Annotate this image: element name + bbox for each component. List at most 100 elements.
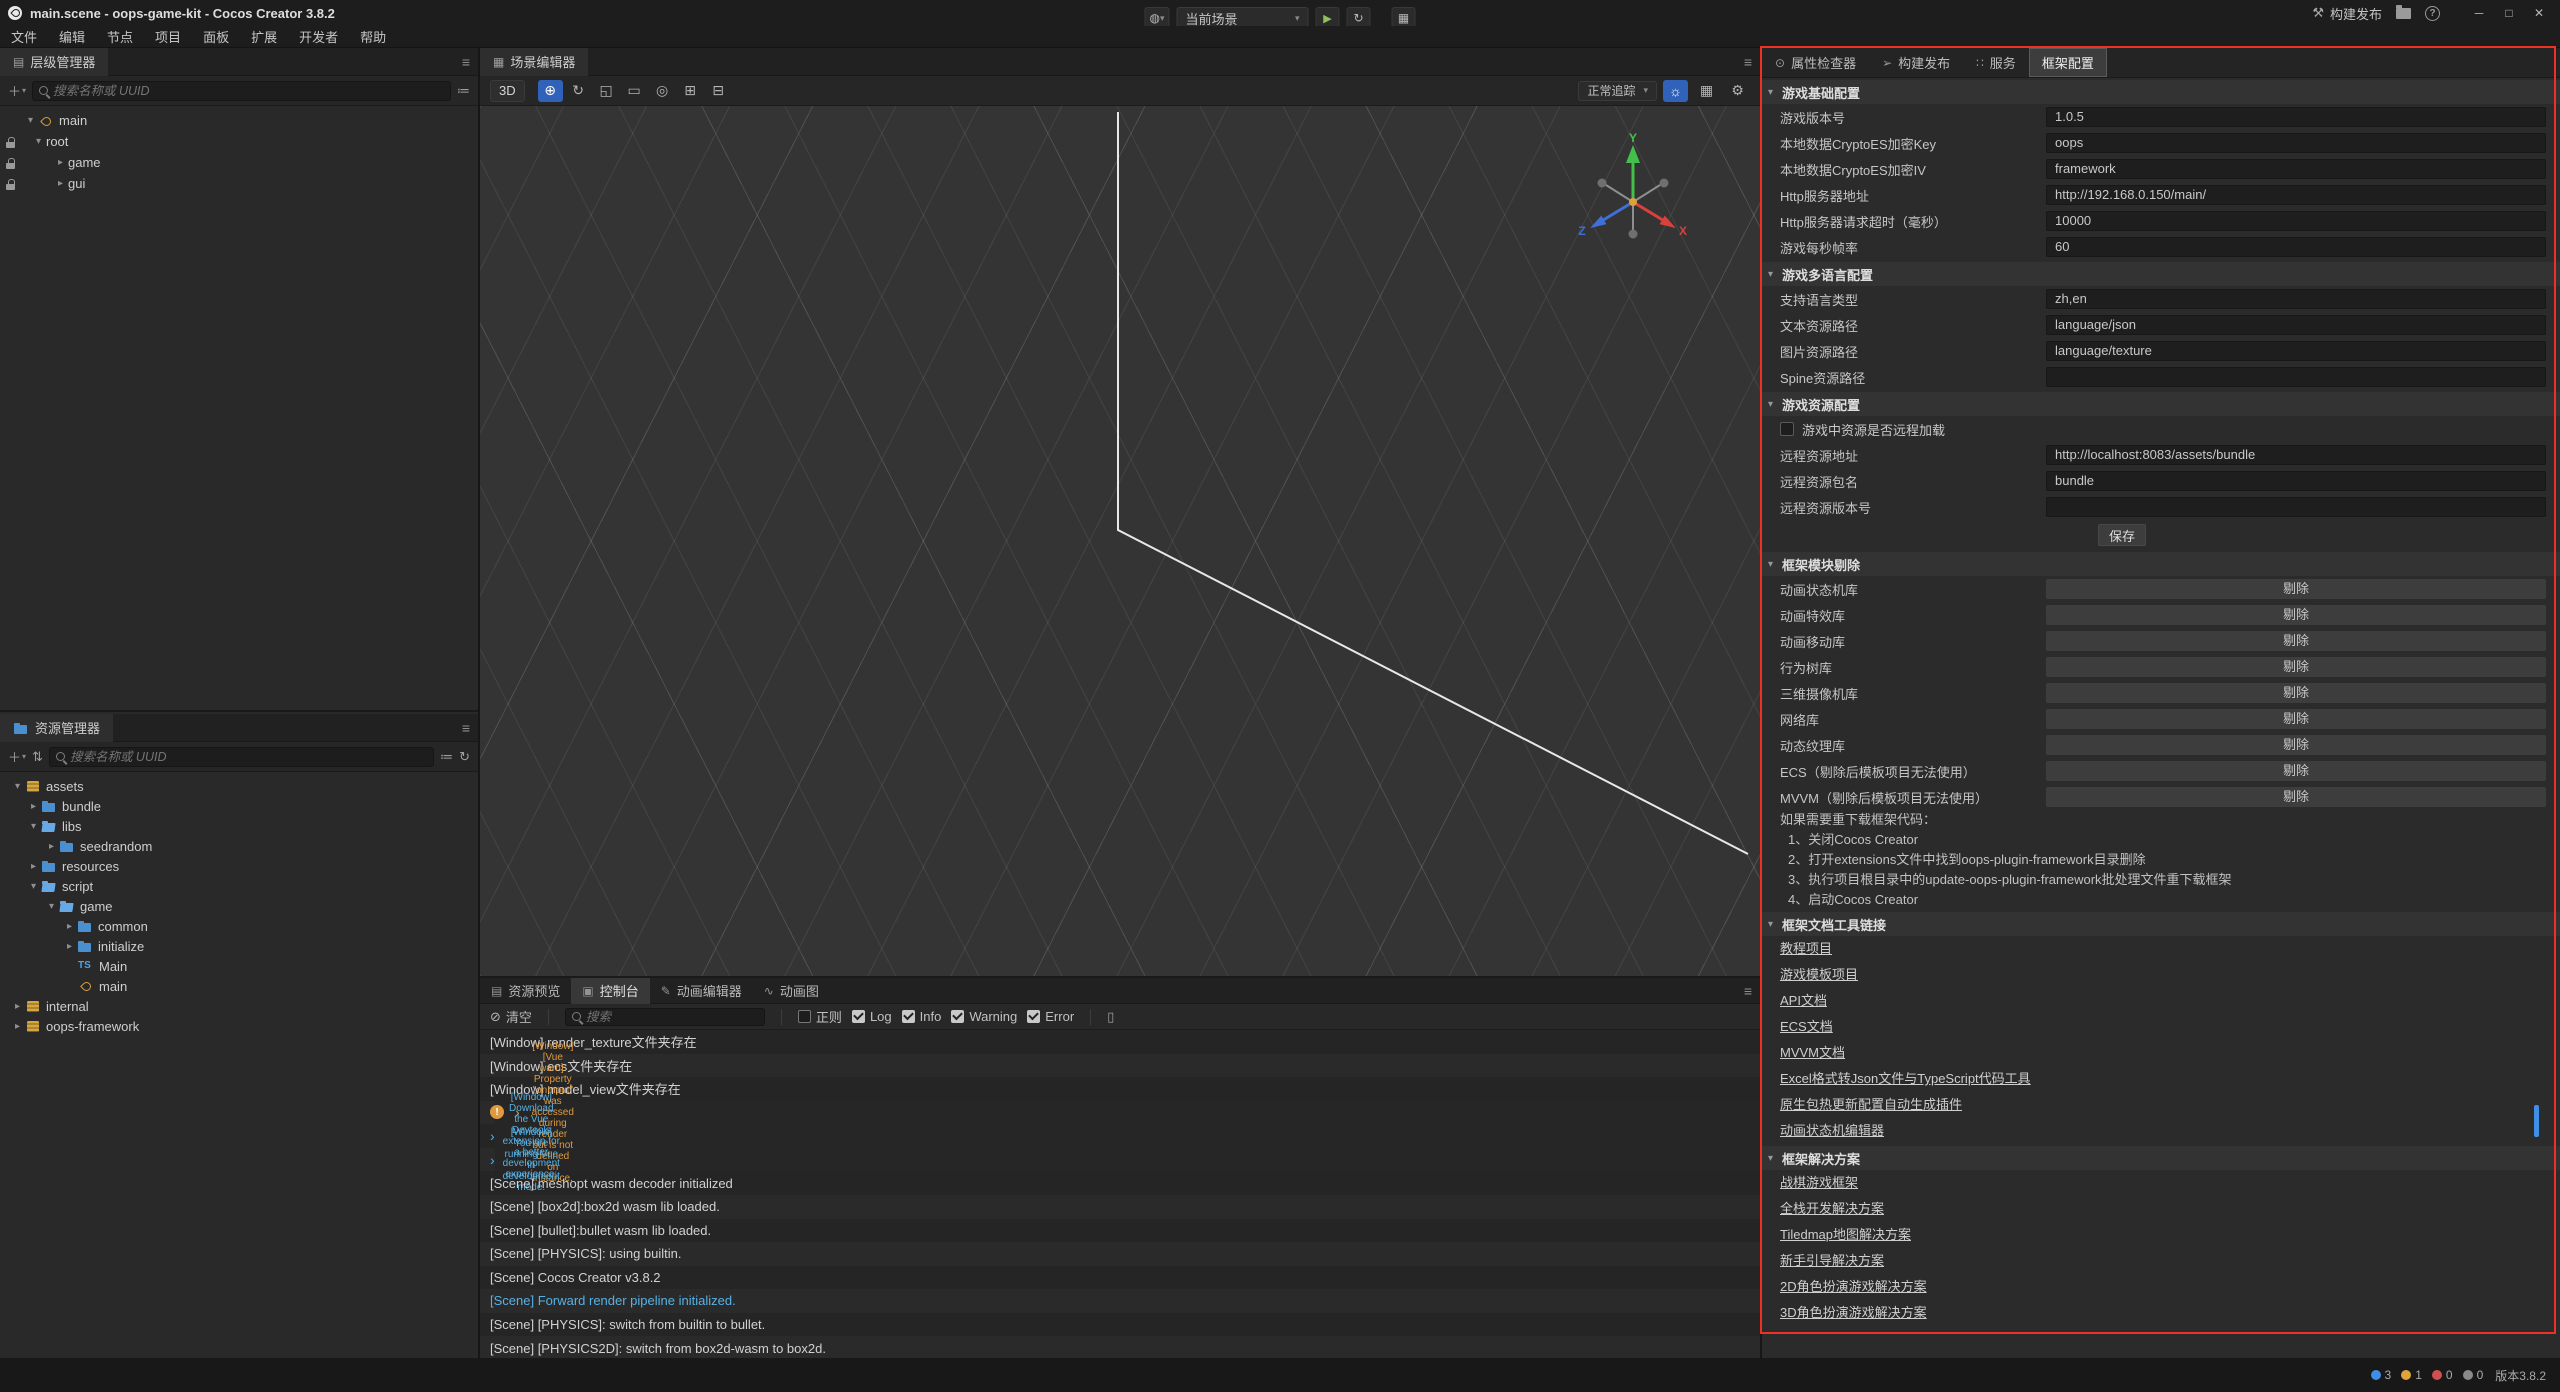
grid-snap-tool[interactable]: ⊟ xyxy=(706,80,731,102)
remove-module-button[interactable]: 剔除 xyxy=(2046,579,2546,599)
tab-property-inspector[interactable]: 属性检查器 xyxy=(1762,48,1869,77)
tree-node[interactable]: script xyxy=(0,876,478,896)
expand-arrow-icon[interactable] xyxy=(10,1001,25,1012)
field-input[interactable]: http://192.168.0.150/main/ xyxy=(2046,185,2546,205)
expand-arrow-icon[interactable] xyxy=(44,841,59,852)
assets-search-input[interactable] xyxy=(70,750,427,764)
expand-arrow-icon[interactable] xyxy=(10,1021,25,1032)
solution-link[interactable]: 3D角色扮演游戏解决方案 xyxy=(1762,1300,2560,1326)
expand-arrow-icon[interactable]: › xyxy=(490,1128,495,1144)
expand-arrow-icon[interactable] xyxy=(26,861,41,872)
tree-node[interactable]: resources xyxy=(0,856,478,876)
scene-light-toggle[interactable]: ☼ xyxy=(1663,80,1688,102)
log-row[interactable]: ! › [Scene] [box2d]:box2d wasm lib loade… xyxy=(480,1195,1760,1219)
expand-arrow-icon[interactable] xyxy=(23,115,38,126)
section-header-basic[interactable]: 游戏基础配置 xyxy=(1762,80,2560,104)
refresh-icon[interactable]: ↻ xyxy=(459,749,470,765)
log-row[interactable]: ! › [Window] ecs文件夹存在 xyxy=(480,1054,1760,1078)
filter-error[interactable]: Error xyxy=(1027,1009,1074,1024)
scene-viewport[interactable]: Y X Z xyxy=(480,106,1760,976)
remove-module-button[interactable]: 剔除 xyxy=(2046,709,2546,729)
field-input[interactable]: bundle xyxy=(2046,471,2546,491)
tab-service[interactable]: 服务 xyxy=(1963,48,2029,77)
field-input[interactable] xyxy=(2046,497,2546,517)
remove-module-button[interactable]: 剔除 xyxy=(2046,657,2546,677)
tree-node[interactable]: game xyxy=(0,152,478,173)
section-header-docs[interactable]: 框架文档工具链接 xyxy=(1762,912,2560,936)
field-input[interactable]: zh,en xyxy=(2046,289,2546,309)
anchor-tool[interactable]: ◎ xyxy=(650,80,675,102)
field-input[interactable]: language/texture xyxy=(2046,341,2546,361)
expand-arrow-icon[interactable] xyxy=(10,781,25,792)
solution-link[interactable]: 战棋游戏框架 xyxy=(1762,1170,2560,1196)
lock-icon[interactable] xyxy=(4,176,19,192)
menu-item[interactable]: 编辑 xyxy=(48,27,96,46)
field-input[interactable]: 1.0.5 xyxy=(2046,107,2546,127)
field-input[interactable]: 60 xyxy=(2046,237,2546,257)
panel-menu-icon[interactable]: ≡ xyxy=(1744,983,1752,999)
close-button[interactable]: ✕ xyxy=(2524,0,2554,26)
expand-arrow-icon[interactable] xyxy=(26,821,41,832)
remove-module-button[interactable]: 剔除 xyxy=(2046,631,2546,651)
tab-framework-config[interactable]: 框架配置 xyxy=(2029,48,2107,77)
log-file-icon[interactable]: ▯ xyxy=(1107,1009,1114,1025)
remove-module-button[interactable]: 剔除 xyxy=(2046,735,2546,755)
tab-scene-editor[interactable]: ▦ 场景编辑器 xyxy=(480,48,588,76)
tree-node[interactable]: seedrandom xyxy=(0,836,478,856)
tree-node[interactable]: root xyxy=(0,131,478,152)
tab-build-publish[interactable]: 构建发布 xyxy=(1869,48,1963,77)
expand-arrow-icon[interactable] xyxy=(26,881,41,892)
log-row[interactable]: ! › [Scene] meshopt wasm decoder initial… xyxy=(480,1171,1760,1195)
hierarchy-search[interactable] xyxy=(32,81,451,101)
log-row[interactable]: ! › [Scene] Cocos Creator v3.8.2 xyxy=(480,1266,1760,1290)
solution-link[interactable]: 2D角色扮演游戏解决方案 xyxy=(1762,1274,2560,1300)
expand-arrow-icon[interactable]: › xyxy=(490,1152,495,1168)
section-header-language[interactable]: 游戏多语言配置 xyxy=(1762,262,2560,286)
open-project-folder-icon[interactable] xyxy=(2396,8,2411,19)
menu-item[interactable]: 帮助 xyxy=(349,27,397,46)
menu-item[interactable]: 节点 xyxy=(96,27,144,46)
console-search[interactable] xyxy=(565,1008,765,1026)
menu-item[interactable]: 面板 xyxy=(192,27,240,46)
tree-node[interactable]: gui xyxy=(0,173,478,194)
maximize-button[interactable]: □ xyxy=(2494,0,2524,26)
section-header-resource[interactable]: 游戏资源配置 xyxy=(1762,392,2560,416)
tab-hierarchy[interactable]: ▤ 层级管理器 xyxy=(0,48,108,76)
tree-node[interactable]: initialize xyxy=(0,936,478,956)
build-publish-button[interactable]: ⚒ 构建发布 xyxy=(2312,4,2382,23)
expand-arrow-icon[interactable] xyxy=(53,157,68,168)
solution-link[interactable]: 新手引导解决方案 xyxy=(1762,1248,2560,1274)
doc-link[interactable]: 动画状态机编辑器 xyxy=(1762,1118,2560,1144)
doc-link[interactable]: MVVM文档 xyxy=(1762,1040,2560,1066)
solution-link[interactable]: 全栈开发解决方案 xyxy=(1762,1196,2560,1222)
scene-settings-button[interactable]: ⚙ xyxy=(1725,80,1750,102)
doc-link[interactable]: 游戏模板项目 xyxy=(1762,962,2560,988)
expand-arrow-icon[interactable] xyxy=(31,136,46,147)
notice-count[interactable]: 0 xyxy=(2463,1368,2484,1382)
field-input[interactable]: 10000 xyxy=(2046,211,2546,231)
remove-module-button[interactable]: 剔除 xyxy=(2046,605,2546,625)
tree-node[interactable]: assets xyxy=(0,776,478,796)
doc-link[interactable]: Excel格式转Json文件与TypeScript代码工具 xyxy=(1762,1066,2560,1092)
tree-node[interactable]: game xyxy=(0,896,478,916)
remove-module-button[interactable]: 剔除 xyxy=(2046,787,2546,807)
scale-tool[interactable]: ◱ xyxy=(594,80,619,102)
axis-gizmo[interactable]: Y X Z xyxy=(1568,132,1698,262)
remove-module-button[interactable]: 剔除 xyxy=(2046,683,2546,703)
expand-arrow-icon[interactable] xyxy=(26,801,41,812)
warning-count[interactable]: 1 xyxy=(2401,1368,2422,1382)
error-count[interactable]: 0 xyxy=(2432,1368,2453,1382)
field-input[interactable]: oops xyxy=(2046,133,2546,153)
tab-asset-preview[interactable]: ▤ 资源预览 xyxy=(480,978,571,1004)
clear-console-button[interactable]: ⊘ 清空 xyxy=(490,1007,532,1026)
filter-icon[interactable]: ≔ xyxy=(440,749,453,765)
hierarchy-search-input[interactable] xyxy=(53,84,444,98)
field-input[interactable]: language/json xyxy=(2046,315,2546,335)
panel-menu-icon[interactable]: ≡ xyxy=(462,720,470,736)
log-row[interactable]: ! › [Window] Download the Vue Devtools e… xyxy=(480,1124,495,1148)
create-node-button[interactable]: ＋▾ xyxy=(8,81,26,100)
tree-node[interactable]: main xyxy=(0,976,478,996)
remove-module-button[interactable]: 剔除 xyxy=(2046,761,2546,781)
view-mode-dropdown[interactable]: 正常追踪 ▾ xyxy=(1578,81,1657,101)
create-asset-button[interactable]: ＋▾ xyxy=(8,747,26,766)
